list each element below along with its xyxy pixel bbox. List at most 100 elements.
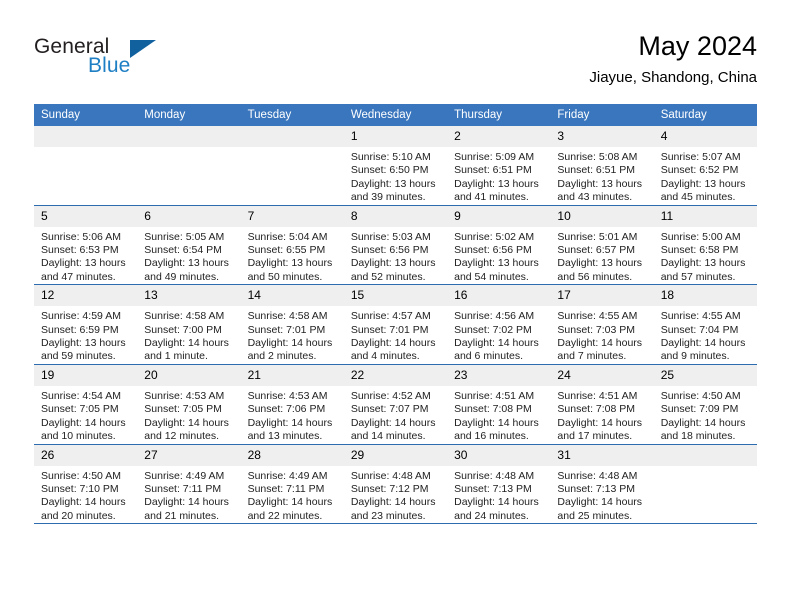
day-number: 8 (343, 205, 448, 227)
sunset-text: Sunset: 6:50 PM (350, 164, 429, 177)
calendar-day-cell[interactable]: 26 Sunrise: 4:50 AM Sunset: 7:10 PM Dayligh… (34, 444, 138, 525)
sunset-text: Sunset: 7:11 PM (247, 482, 325, 495)
daylight-text-line1: Daylight: 14 hours (557, 337, 643, 350)
weekday-header-saturday: Saturday (653, 104, 757, 126)
calendar-day-cell[interactable]: 30 Sunrise: 4:48 AM Sunset: 7:13 PM Dayligh… (447, 444, 551, 525)
sunrise-text: Sunrise: 4:55 AM (660, 310, 741, 323)
sunrise-text: Sunrise: 5:01 AM (557, 230, 638, 243)
daylight-text-line1: Daylight: 13 hours (41, 257, 126, 270)
calendar-day-cell[interactable]: 21 Sunrise: 4:53 AM Sunset: 7:06 PM Dayligh… (240, 364, 344, 445)
daylight-text-line2: and 23 minutes. (350, 509, 426, 522)
day-sun-info: Sunrise: 4:48 AM Sunset: 7:13 PM Daylight:… (550, 466, 653, 524)
page-title: May 2024 (638, 31, 757, 61)
sunset-text: Sunset: 7:01 PM (350, 323, 429, 336)
calendar-day-cell[interactable]: 13 Sunrise: 4:58 AM Sunset: 7:00 PM Dayligh… (137, 284, 241, 365)
sunrise-text: Sunrise: 5:03 AM (350, 230, 431, 243)
sunrise-text: Sunrise: 4:50 AM (660, 389, 741, 402)
sunset-text: Sunset: 7:10 PM (41, 482, 119, 495)
day-number (653, 444, 757, 466)
calendar-day-cell[interactable]: 25 Sunrise: 4:50 AM Sunset: 7:09 PM Dayligh… (653, 364, 757, 445)
calendar-day-cell[interactable]: 5 Sunrise: 5:06 AM Sunset: 6:53 PM Daylight… (34, 205, 138, 286)
day-sun-info: Sunrise: 4:48 AM Sunset: 7:12 PM Daylight:… (344, 466, 447, 524)
calendar-day-cell[interactable]: 16 Sunrise: 4:56 AM Sunset: 7:02 PM Dayligh… (447, 284, 551, 365)
sunset-text: Sunset: 7:05 PM (41, 403, 119, 416)
day-number: 9 (447, 205, 551, 227)
daylight-text-line1: Daylight: 14 hours (41, 416, 126, 429)
daylight-text-line1: Daylight: 14 hours (247, 496, 333, 509)
day-number: 15 (343, 285, 448, 307)
sunrise-text: Sunrise: 4:51 AM (454, 389, 535, 402)
calendar-cell-empty (240, 126, 344, 206)
sunrise-text: Sunrise: 5:09 AM (454, 151, 535, 163)
daylight-text-line1: Daylight: 13 hours (454, 177, 539, 190)
day-number: 6 (137, 205, 241, 227)
daylight-text-line1: Daylight: 14 hours (454, 496, 539, 509)
daylight-text-line2: and 13 minutes. (247, 430, 323, 443)
sunset-text: Sunset: 7:01 PM (247, 323, 326, 336)
daylight-text-line1: Daylight: 14 hours (350, 337, 436, 350)
weekday-header-monday: Monday (137, 104, 241, 126)
sunrise-text: Sunrise: 4:49 AM (247, 469, 328, 482)
day-sun-info: Sunrise: 4:50 AM Sunset: 7:10 PM Daylight:… (34, 466, 137, 524)
daylight-text-line1: Daylight: 13 hours (350, 177, 436, 190)
calendar-day-cell[interactable]: 3 Sunrise: 5:08 AM Sunset: 6:51 PM Daylight… (550, 126, 654, 206)
triangle-icon (130, 40, 156, 58)
sunset-text: Sunset: 7:13 PM (454, 482, 532, 495)
calendar-day-cell[interactable]: 18 Sunrise: 4:55 AM Sunset: 7:04 PM Dayligh… (653, 284, 757, 365)
calendar-day-cell[interactable]: 27 Sunrise: 4:49 AM Sunset: 7:11 PM Dayligh… (137, 444, 241, 525)
calendar-day-cell[interactable]: 20 Sunrise: 4:53 AM Sunset: 7:05 PM Dayligh… (137, 364, 241, 445)
calendar-day-cell[interactable]: 2 Sunrise: 5:09 AM Sunset: 6:51 PM Daylight… (447, 126, 551, 206)
sunset-text: Sunset: 6:56 PM (350, 244, 429, 257)
logo-text-blue: Blue (88, 54, 131, 77)
daylight-text-line2: and 12 minutes. (144, 430, 219, 443)
daylight-text-line2: and 56 minutes. (557, 270, 633, 283)
day-sun-info: Sunrise: 4:59 AM Sunset: 6:59 PM Daylight:… (34, 306, 137, 364)
calendar-day-cell[interactable]: 22 Sunrise: 4:52 AM Sunset: 7:07 PM Dayligh… (343, 364, 448, 445)
calendar-day-cell[interactable]: 1 Sunrise: 5:10 AM Sunset: 6:50 PM Daylight… (343, 126, 448, 206)
sunset-text: Sunset: 6:58 PM (660, 244, 739, 257)
day-number: 13 (137, 285, 241, 307)
calendar-day-cell[interactable]: 4 Sunrise: 5:07 AM Sunset: 6:52 PM Daylight… (653, 126, 757, 206)
day-sun-info: Sunrise: 4:49 AM Sunset: 7:11 PM Daylight:… (241, 466, 344, 524)
sunrise-text: Sunrise: 5:00 AM (660, 230, 741, 243)
daylight-text-line1: Daylight: 14 hours (247, 337, 333, 350)
daylight-text-line1: Daylight: 13 hours (557, 177, 643, 190)
calendar-day-cell[interactable]: 7 Sunrise: 5:04 AM Sunset: 6:55 PM Daylight… (240, 205, 344, 286)
daylight-text-line2: and 16 minutes. (454, 430, 529, 443)
calendar-day-cell[interactable]: 23 Sunrise: 4:51 AM Sunset: 7:08 PM Dayligh… (447, 364, 551, 445)
sunrise-text: Sunrise: 4:56 AM (454, 310, 535, 323)
calendar-day-cell[interactable]: 9 Sunrise: 5:02 AM Sunset: 6:56 PM Daylight… (447, 205, 551, 286)
calendar-day-cell[interactable]: 12 Sunrise: 4:59 AM Sunset: 6:59 PM Dayligh… (34, 284, 138, 365)
sunset-text: Sunset: 6:59 PM (41, 323, 119, 336)
day-sun-info: Sunrise: 4:48 AM Sunset: 7:13 PM Daylight:… (447, 466, 550, 524)
sunset-text: Sunset: 7:02 PM (454, 323, 532, 336)
day-number: 3 (550, 126, 654, 147)
day-sun-info: Sunrise: 5:00 AM Sunset: 6:58 PM Daylight:… (654, 227, 757, 285)
calendar-day-cell[interactable]: 24 Sunrise: 4:51 AM Sunset: 7:08 PM Dayligh… (550, 364, 654, 445)
general-blue-logo[interactable]: General Blue (34, 36, 234, 88)
day-number: 16 (447, 285, 551, 307)
calendar-day-cell[interactable]: 19 Sunrise: 4:54 AM Sunset: 7:05 PM Dayligh… (34, 364, 138, 445)
sunrise-text: Sunrise: 4:54 AM (41, 389, 121, 402)
calendar-day-cell[interactable]: 15 Sunrise: 4:57 AM Sunset: 7:01 PM Dayligh… (343, 284, 448, 365)
calendar-day-cell[interactable]: 11 Sunrise: 5:00 AM Sunset: 6:58 PM Dayligh… (653, 205, 757, 286)
sunrise-text: Sunrise: 4:48 AM (454, 469, 535, 482)
calendar-day-cell[interactable]: 28 Sunrise: 4:49 AM Sunset: 7:11 PM Dayligh… (240, 444, 344, 525)
calendar-head: Sunday Monday Tuesday Wednesday Thursday… (34, 104, 757, 126)
calendar-day-cell[interactable]: 10 Sunrise: 5:01 AM Sunset: 6:57 PM Dayligh… (550, 205, 654, 286)
calendar-day-cell[interactable]: 31 Sunrise: 4:48 AM Sunset: 7:13 PM Dayligh… (550, 444, 654, 525)
calendar-day-cell[interactable]: 29 Sunrise: 4:48 AM Sunset: 7:12 PM Dayligh… (343, 444, 448, 525)
day-number: 4 (653, 126, 757, 147)
day-sun-info: Sunrise: 5:10 AM Sunset: 6:50 PM Daylight:… (344, 147, 447, 205)
day-number: 29 (343, 444, 448, 466)
calendar-day-cell[interactable]: 8 Sunrise: 5:03 AM Sunset: 6:56 PM Daylight… (343, 205, 448, 286)
daylight-text-line2: and 47 minutes. (41, 270, 116, 283)
calendar-day-cell[interactable]: 14 Sunrise: 4:58 AM Sunset: 7:01 PM Dayligh… (240, 284, 344, 365)
calendar-day-cell[interactable]: 6 Sunrise: 5:05 AM Sunset: 6:54 PM Daylight… (137, 205, 241, 286)
calendar-day-cell[interactable]: 17 Sunrise: 4:55 AM Sunset: 7:03 PM Dayligh… (550, 284, 654, 365)
sunrise-text: Sunrise: 5:10 AM (350, 151, 431, 163)
sunrise-text: Sunrise: 4:53 AM (247, 389, 328, 402)
day-number: 26 (34, 444, 138, 466)
day-sun-info: Sunrise: 5:03 AM Sunset: 6:56 PM Daylight:… (344, 227, 447, 285)
daylight-text-line2: and 9 minutes. (660, 350, 730, 363)
